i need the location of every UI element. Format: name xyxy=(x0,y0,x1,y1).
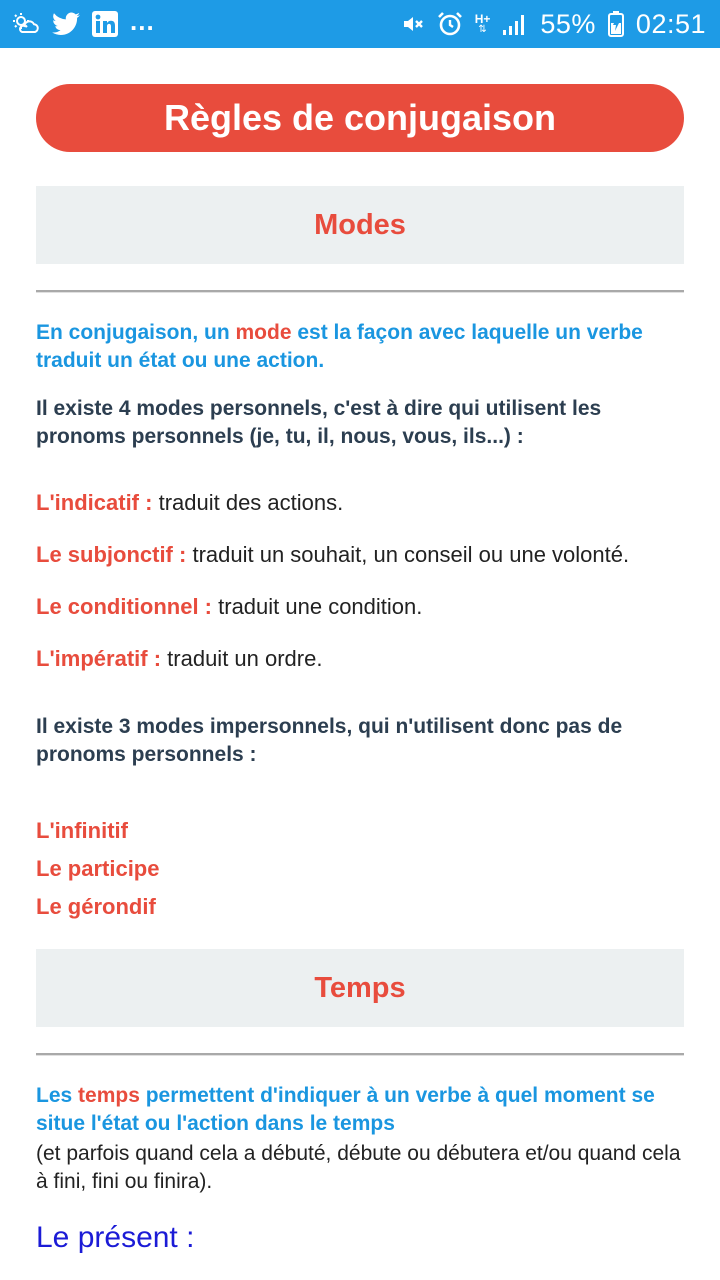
network-type-icon: H+ ⇅ xyxy=(475,10,491,38)
linkedin-icon xyxy=(92,10,118,38)
clock: 02:51 xyxy=(635,8,706,39)
list-item: Le gérondif xyxy=(36,894,156,919)
temps-intro: Les temps permettent d'indiquer à un ver… xyxy=(36,1082,684,1138)
temps-note: (et parfois quand cela a débuté, débute … xyxy=(36,1142,681,1193)
page-title: Règles de conjugaison xyxy=(36,84,684,152)
cloud-sun-icon xyxy=(12,10,40,38)
section-header-modes: Modes xyxy=(36,186,684,264)
list-item: L'infinitif xyxy=(36,818,128,843)
mode-description: traduit un souhait, un conseil ou une vo… xyxy=(192,542,630,567)
modes-intro: En conjugaison, un mode est la façon ave… xyxy=(36,319,684,375)
page-content: Règles de conjugaison Modes En conjugais… xyxy=(0,48,720,1256)
list-item: Le conditionnel : traduit une condition. xyxy=(36,593,684,621)
divider xyxy=(36,1053,684,1056)
list-item: L'impératif : traduit un ordre. xyxy=(36,645,684,673)
data-arrows-icon: ⇅ xyxy=(478,24,487,35)
mode-term: L'indicatif : xyxy=(36,490,153,515)
intro-highlight: mode xyxy=(235,321,292,344)
list-item: Le participe xyxy=(36,856,160,881)
present-heading: Le présent : xyxy=(36,1221,195,1254)
mute-icon xyxy=(401,10,425,38)
mode-term: Le subjonctif : xyxy=(36,542,187,567)
twitter-icon xyxy=(52,10,80,38)
battery-icon xyxy=(607,10,624,38)
mode-description: traduit une condition. xyxy=(218,594,423,619)
more-notifications-text: ... xyxy=(130,5,155,36)
intro-text: En conjugaison, un xyxy=(36,321,236,344)
mode-description: traduit des actions. xyxy=(158,490,344,515)
list-item: Le subjonctif : traduit un souhait, un c… xyxy=(36,541,684,569)
status-bar: ... H+ ⇅ 55% 02:51 xyxy=(0,0,720,48)
signal-icon xyxy=(502,10,528,38)
divider xyxy=(36,290,684,293)
impersonal-modes-list: L'infinitif Le participe Le gérondif xyxy=(36,817,684,921)
impersonal-modes-intro: Il existe 3 modes impersonnels, qui n'ut… xyxy=(36,715,623,766)
list-item: L'indicatif : traduit des actions. xyxy=(36,489,684,517)
personal-modes-list: L'indicatif : traduit des actions. Le su… xyxy=(36,489,684,673)
mode-term: L'impératif : xyxy=(36,646,162,671)
intro-highlight: temps xyxy=(78,1084,140,1107)
mode-description: traduit un ordre. xyxy=(167,646,323,671)
alarm-icon xyxy=(437,10,463,38)
section-header-temps: Temps xyxy=(36,949,684,1027)
mode-term: Le conditionnel : xyxy=(36,594,212,619)
intro-text: Les xyxy=(36,1084,79,1107)
personal-modes-intro: Il existe 4 modes personnels, c'est à di… xyxy=(36,397,602,448)
battery-percentage: 55% xyxy=(540,8,596,39)
